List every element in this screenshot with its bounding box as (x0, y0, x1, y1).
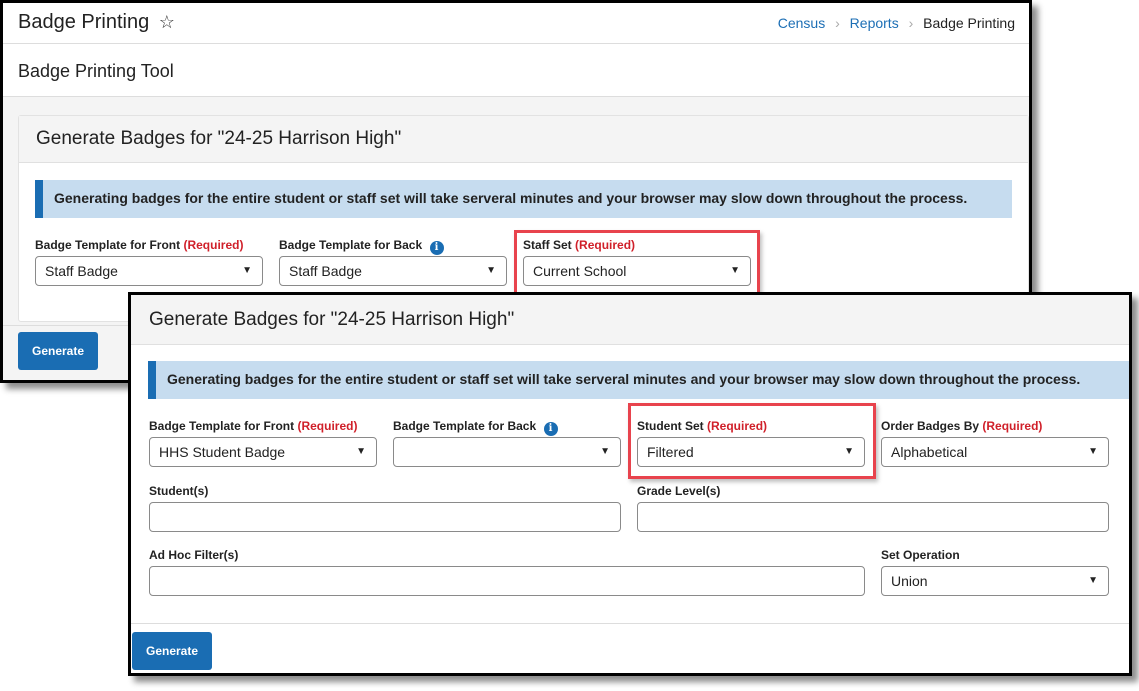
staff-set-label: Staff Set (523, 238, 572, 252)
set-operation-select[interactable]: Union ▼ (881, 566, 1109, 596)
generate-badges-panel: Generate Badges for "24-25 Harrison High… (18, 115, 1029, 322)
front-template-select[interactable]: Staff Badge ▼ (35, 256, 263, 286)
panel-title: Generate Badges for "24-25 Harrison High… (149, 309, 515, 330)
panel-header: Generate Badges for "24-25 Harrison High… (19, 116, 1028, 163)
required-indicator: (Required) (297, 419, 358, 433)
required-indicator: (Required) (982, 419, 1043, 433)
generate-button[interactable]: Generate (132, 632, 212, 670)
generate-button[interactable]: Generate (18, 332, 98, 370)
required-indicator: (Required) (575, 238, 636, 252)
back-template-label: Badge Template for Back (393, 419, 537, 433)
caret-down-icon: ▼ (356, 446, 366, 457)
breadcrumb-census[interactable]: Census (778, 15, 825, 31)
caret-down-icon: ▼ (730, 265, 740, 276)
info-icon[interactable]: i (429, 241, 444, 255)
caret-down-icon: ▼ (486, 265, 496, 276)
order-badges-field: Order Badges By (Required) Alphabetical … (881, 419, 1109, 467)
student-set-select[interactable]: Filtered ▼ (637, 437, 865, 467)
page-header: Badge Printing ☆ Census › Reports › Badg… (3, 3, 1029, 44)
caret-down-icon: ▼ (844, 446, 854, 457)
breadcrumb-reports[interactable]: Reports (850, 15, 899, 31)
back-template-label: Badge Template for Back (279, 238, 423, 252)
panel-header: Generate Badges for "24-25 Harrison High… (131, 295, 1129, 345)
grade-levels-field: Grade Level(s) (637, 484, 1109, 532)
front-template-label: Badge Template for Front (35, 238, 181, 252)
back-template-field: Badge Template for Back i Staff Badge ▼ (279, 238, 507, 286)
front-template-select[interactable]: HHS Student Badge ▼ (149, 437, 377, 467)
panel-title: Generate Badges for "24-25 Harrison High… (36, 128, 402, 149)
grade-levels-label: Grade Level(s) (637, 484, 721, 498)
staff-set-field: Staff Set (Required) Current School ▼ (523, 238, 751, 286)
order-badges-select[interactable]: Alphabetical ▼ (881, 437, 1109, 467)
students-field: Student(s) (149, 484, 621, 532)
adhoc-filter-field: Ad Hoc Filter(s) (149, 548, 865, 596)
student-set-label: Student Set (637, 419, 704, 433)
page-title: Badge Printing ☆ (18, 11, 175, 33)
divider (131, 623, 1129, 624)
caret-down-icon: ▼ (1088, 446, 1098, 457)
front-template-label: Badge Template for Front (149, 419, 295, 433)
caret-down-icon: ▼ (1088, 575, 1098, 586)
front-template-field: Badge Template for Front (Required) HHS … (149, 419, 377, 467)
students-label: Student(s) (149, 484, 209, 498)
chevron-right-icon: › (908, 15, 914, 31)
breadcrumb-current: Badge Printing (923, 15, 1015, 31)
staff-set-select[interactable]: Current School ▼ (523, 256, 751, 286)
back-template-select[interactable]: ▼ (393, 437, 621, 467)
required-indicator: (Required) (707, 419, 768, 433)
student-badge-screenshot: Generate Badges for "24-25 Harrison High… (128, 292, 1132, 676)
chevron-right-icon: › (835, 15, 840, 31)
adhoc-filter-label: Ad Hoc Filter(s) (149, 548, 239, 562)
front-template-field: Badge Template for Front (Required) Staf… (35, 238, 263, 286)
star-outline-icon[interactable]: ☆ (159, 12, 175, 32)
subheader: Badge Printing Tool (3, 44, 1029, 97)
students-input[interactable] (149, 502, 621, 532)
info-notice: Generating badges for the entire student… (35, 180, 1012, 218)
grade-levels-input[interactable] (637, 502, 1109, 532)
tool-title: Badge Printing Tool (18, 61, 174, 81)
order-badges-label: Order Badges By (881, 419, 980, 433)
info-notice: Generating badges for the entire student… (148, 361, 1129, 399)
info-icon[interactable]: i (543, 422, 558, 436)
breadcrumb: Census › Reports › Badge Printing (778, 15, 1015, 31)
back-template-select[interactable]: Staff Badge ▼ (279, 256, 507, 286)
back-template-field: Badge Template for Back i ▼ (393, 419, 621, 467)
set-operation-label: Set Operation (881, 548, 960, 562)
caret-down-icon: ▼ (600, 446, 610, 457)
set-operation-field: Set Operation Union ▼ (881, 548, 1109, 596)
adhoc-filter-input[interactable] (149, 566, 865, 596)
student-set-field: Student Set (Required) Filtered ▼ (637, 419, 865, 467)
required-indicator: (Required) (183, 238, 244, 252)
caret-down-icon: ▼ (242, 265, 252, 276)
